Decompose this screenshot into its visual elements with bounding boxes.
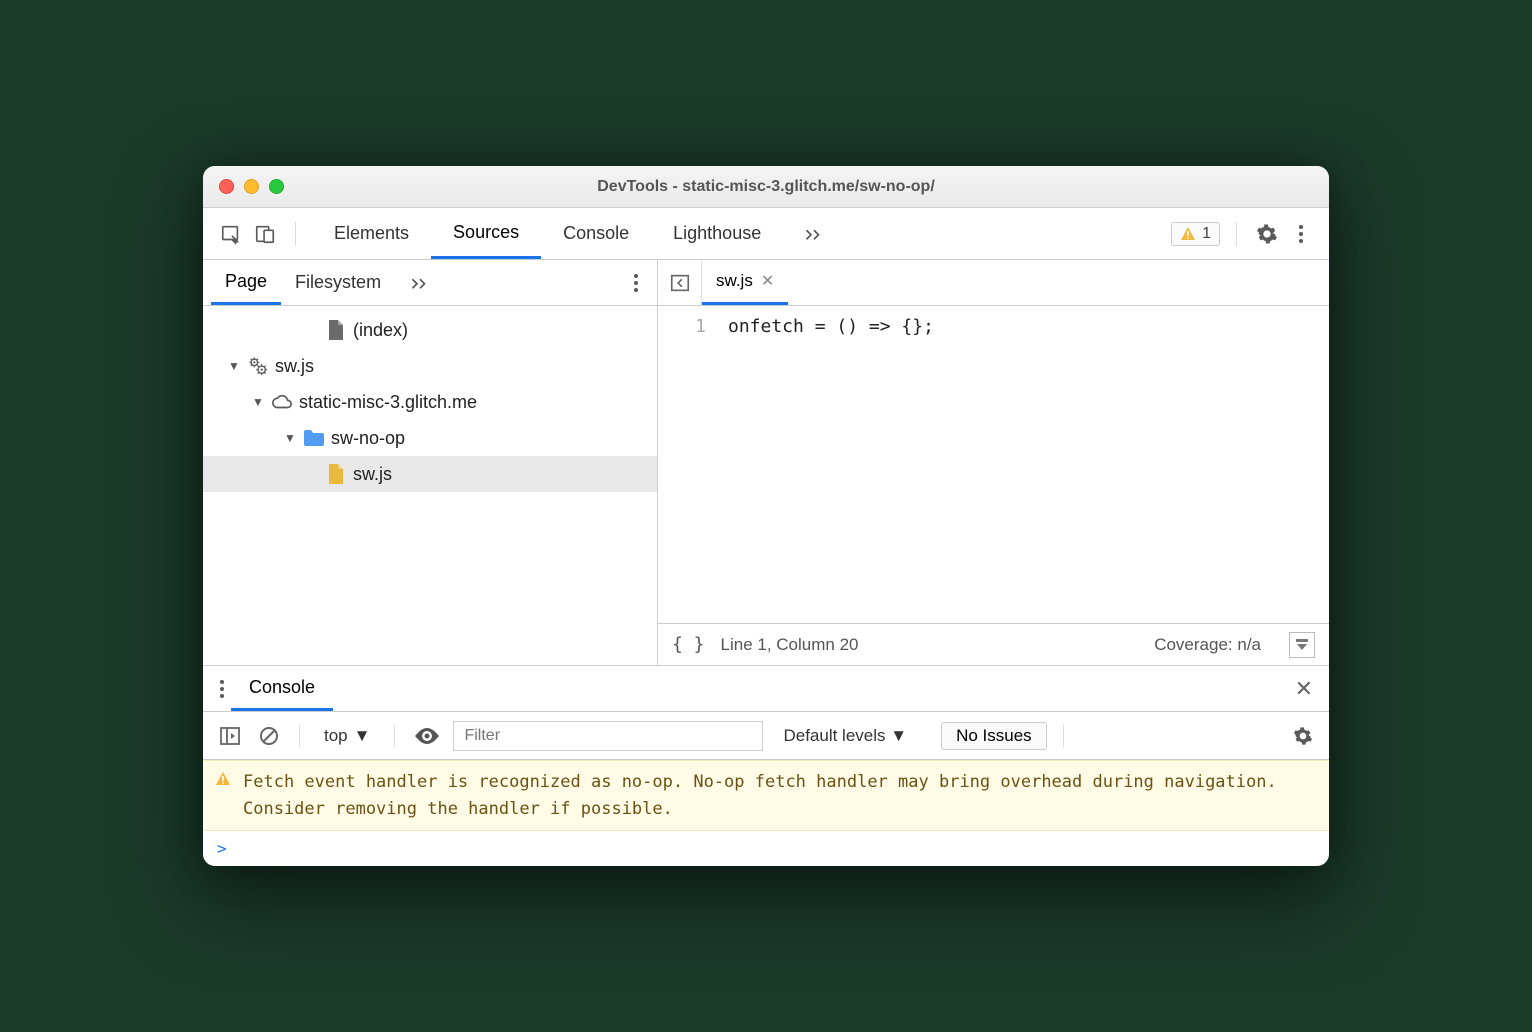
show-sidebar-icon[interactable] [215, 726, 245, 746]
console-drawer: Console ✕ top ▼ Default levels ▼ [203, 665, 1329, 866]
chevron-down-icon: ▼ [354, 726, 371, 746]
warnings-badge[interactable]: 1 [1171, 222, 1220, 246]
sources-sidebar: Page Filesystem (index) [203, 260, 658, 665]
sidebar-tab-page[interactable]: Page [211, 260, 281, 305]
tree-item-label: sw-no-op [331, 428, 405, 449]
file-tree: (index) ▼ sw.js ▼ static-misc-3. [203, 306, 657, 665]
context-label: top [324, 726, 348, 746]
divider [1236, 222, 1237, 246]
traffic-lights [203, 179, 284, 194]
disclose-triangle-icon[interactable]: ▼ [227, 359, 241, 373]
minimize-window-button[interactable] [244, 179, 259, 194]
more-tabs-button[interactable] [789, 227, 839, 241]
editor-statusbar: { } Line 1, Column 20 Coverage: n/a [658, 623, 1329, 665]
filter-input[interactable] [453, 721, 763, 751]
tab-elements[interactable]: Elements [312, 208, 431, 259]
cloud-icon [271, 391, 293, 413]
pretty-print-icon[interactable]: { } [672, 634, 705, 655]
editor-tabbar: sw.js ✕ [658, 260, 1329, 306]
tree-item-label: sw.js [353, 464, 392, 485]
tab-console[interactable]: Console [541, 208, 651, 259]
tree-item-origin[interactable]: ▼ static-misc-3.glitch.me [203, 384, 657, 420]
sidebar-tabs: Page Filesystem [203, 260, 657, 306]
level-label: Default levels [783, 726, 885, 745]
divider [299, 725, 300, 747]
close-window-button[interactable] [219, 179, 234, 194]
collapse-panel-icon[interactable] [1289, 632, 1315, 658]
device-toggle-icon[interactable] [251, 220, 279, 248]
cursor-position: Line 1, Column 20 [721, 635, 859, 655]
devtools-window: DevTools - static-misc-3.glitch.me/sw-no… [203, 166, 1329, 866]
code-area[interactable]: 1 onfetch = () => {}; [658, 306, 1329, 623]
divider [1063, 725, 1064, 747]
sidebar-tab-filesystem[interactable]: Filesystem [281, 260, 395, 305]
zoom-window-button[interactable] [269, 179, 284, 194]
tree-item-worker[interactable]: ▼ sw.js [203, 348, 657, 384]
sidebar-kebab-menu[interactable] [623, 273, 649, 293]
drawer-kebab-menu[interactable] [213, 679, 231, 699]
tree-item-file[interactable]: sw.js [203, 456, 657, 492]
tree-item-label: (index) [353, 320, 408, 341]
line-number: 1 [658, 306, 718, 623]
console-settings-icon[interactable] [1289, 726, 1317, 746]
folder-icon [303, 427, 325, 449]
main-toolbar: Elements Sources Console Lighthouse 1 [203, 208, 1329, 260]
inspect-element-icon[interactable] [217, 220, 245, 248]
warnings-count: 1 [1202, 225, 1211, 243]
service-worker-icon [247, 355, 269, 377]
tab-sources[interactable]: Sources [431, 208, 541, 259]
code-content: onfetch = () => {}; [718, 306, 934, 623]
tree-item-folder[interactable]: ▼ sw-no-op [203, 420, 657, 456]
settings-gear-icon[interactable] [1253, 220, 1281, 248]
issues-button[interactable]: No Issues [941, 722, 1047, 750]
divider [295, 222, 296, 246]
close-tab-icon[interactable]: ✕ [761, 271, 774, 291]
console-toolbar: top ▼ Default levels ▼ No Issues [203, 712, 1329, 760]
source-editor: sw.js ✕ 1 onfetch = () => {}; { } Line 1… [658, 260, 1329, 665]
console-prompt[interactable]: > [203, 831, 1329, 866]
coverage-label: Coverage: n/a [1154, 635, 1261, 655]
disclose-triangle-icon[interactable]: ▼ [283, 431, 297, 445]
tab-lighthouse[interactable]: Lighthouse [651, 208, 783, 259]
window-title: DevTools - static-misc-3.glitch.me/sw-no… [203, 178, 1329, 196]
console-body: Fetch event handler is recognized as no-… [203, 760, 1329, 866]
warning-icon [1180, 226, 1196, 242]
eye-icon[interactable] [411, 728, 443, 744]
document-icon [325, 319, 347, 341]
divider [394, 725, 395, 747]
tree-item-index[interactable]: (index) [203, 312, 657, 348]
drawer-tab-console[interactable]: Console [231, 666, 333, 711]
editor-tab-label: sw.js [716, 271, 753, 291]
tree-item-label: static-misc-3.glitch.me [299, 392, 477, 413]
kebab-menu-icon[interactable] [1287, 220, 1315, 248]
warning-icon [215, 771, 231, 787]
warning-text: Fetch event handler is recognized as no-… [243, 772, 1277, 818]
log-level-selector[interactable]: Default levels ▼ [783, 726, 907, 746]
tree-item-label: sw.js [275, 356, 314, 377]
editor-tab-swjs[interactable]: sw.js ✕ [702, 260, 788, 305]
sidebar-more-tabs[interactable] [395, 276, 445, 290]
context-selector[interactable]: top ▼ [316, 726, 378, 746]
js-file-icon [325, 463, 347, 485]
main-area: Page Filesystem (index) [203, 260, 1329, 665]
console-warning-message[interactable]: Fetch event handler is recognized as no-… [203, 760, 1329, 831]
close-drawer-icon[interactable]: ✕ [1289, 676, 1319, 702]
panel-tabs: Elements Sources Console Lighthouse [312, 208, 783, 259]
titlebar: DevTools - static-misc-3.glitch.me/sw-no… [203, 166, 1329, 208]
disclose-triangle-icon[interactable]: ▼ [251, 395, 265, 409]
editor-nav-icon[interactable] [658, 260, 702, 305]
chevron-down-icon: ▼ [890, 726, 907, 745]
clear-console-icon[interactable] [255, 726, 283, 746]
drawer-header: Console ✕ [203, 666, 1329, 712]
